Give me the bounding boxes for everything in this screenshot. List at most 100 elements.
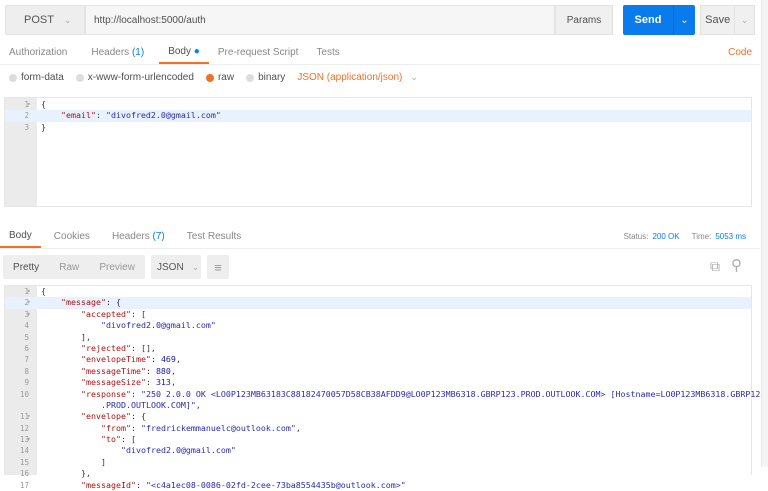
code-line: 3 ▾ "accepted": [ (5, 309, 751, 320)
tab-response-body[interactable]: Body (0, 224, 41, 248)
code-token: : { (130, 411, 146, 422)
raw-button[interactable]: Raw (59, 262, 79, 273)
format-label: JSON (157, 261, 184, 273)
code-link[interactable]: Code (719, 40, 760, 64)
code-token: 880 (155, 365, 171, 376)
radio-icon (205, 73, 214, 82)
code-text: "envelope": { (37, 411, 146, 422)
tab-authorization[interactable]: Authorization (0, 40, 76, 64)
method-select[interactable]: POST ⌄ (5, 5, 85, 35)
code-token: "message" (61, 297, 106, 308)
radio-label: binary (258, 72, 286, 83)
code-token: "envelopeTime" (81, 354, 151, 365)
code-token: { (41, 99, 46, 109)
code-token: "250 2.0.0 OK <LO0P123MB63183C8818247005… (140, 388, 766, 399)
search-icon[interactable]: ⚲ (731, 256, 742, 274)
scrollbar[interactable] (761, 0, 768, 467)
line-number: 7 (24, 355, 29, 365)
method-label: POST (24, 14, 54, 26)
request-body-editor[interactable]: 1 ▾{2 "email": "divofred2.0@gmail.com" 3} (4, 97, 752, 207)
params-button[interactable]: Params (555, 5, 613, 35)
tab-cookies[interactable]: Cookies (45, 224, 99, 248)
fold-arrow-icon[interactable]: ▾ (27, 411, 31, 422)
code-line: 12 "from": "fredrickemmanuelc@outlook.com… (5, 423, 751, 434)
tab-test-results[interactable]: Test Results (178, 224, 250, 248)
code-text: "message": { (37, 297, 121, 308)
code-token: 469 (160, 354, 176, 365)
response-body-viewer: 1 ▾{2 ▾ "message": {3 ▾ "accepted": [4 "divofr… (4, 285, 765, 490)
code-token: "<c4a1ec08-0086-02fd-2cee-73ba8554435b@o… (145, 479, 406, 490)
radio-icon (9, 73, 17, 82)
content-type-label: JSON (application/json) (297, 72, 403, 83)
body-type-options: form-data x-www-form-urlencoded raw binary J… (9, 72, 418, 83)
code-line: 1 ▾ { (5, 286, 751, 297)
code-text: "divofred2.0@gmail.com" (37, 445, 236, 456)
body-type-form-data[interactable]: form-data (9, 72, 64, 83)
code-token: : (150, 354, 161, 365)
tab-pre-request-script[interactable]: Pre-request Script (209, 40, 308, 64)
content-type-select[interactable]: JSON (application/json) ⌄ (297, 72, 418, 83)
fold-arrow-icon[interactable]: ▾ (27, 99, 31, 110)
chevron-down-icon: ⌄ (63, 14, 72, 25)
pretty-button[interactable]: Pretty (13, 262, 39, 273)
code-token: "email" (61, 110, 96, 121)
code-line: 9 "messageSize": 313, (5, 377, 751, 388)
tab-tests[interactable]: Tests (307, 40, 348, 64)
save-label: Save (705, 14, 731, 26)
code-line: 4 "divofred2.0@gmail.com" (5, 320, 751, 331)
send-button[interactable]: Send ⌄ (623, 5, 695, 35)
code-line: 10 "response": "250 2.0.0 OK <LO0P123MB63… (5, 389, 765, 400)
save-options-chevron-icon[interactable]: ⌄ (734, 6, 754, 34)
format-select[interactable]: JSON ⌄ (151, 255, 201, 279)
line-number: 14 (19, 446, 29, 456)
code-text: ], (37, 332, 91, 343)
code-token: "messageSize" (81, 377, 146, 388)
code-token: , (295, 422, 301, 433)
body-type-x-www-form-urlencoded[interactable]: x-www-form-urlencoded (75, 72, 194, 83)
body-type-raw[interactable]: raw (205, 72, 234, 83)
url-input[interactable]: http://localhost:5000/auth (85, 5, 555, 35)
code-line: 8 "messageTime": 880, (5, 366, 751, 377)
code-text: "response": "250 2.0.0 OK <LO0P123MB6318… (37, 389, 765, 400)
save-button[interactable]: Save ⌄ (700, 5, 755, 35)
wrap-lines-icon[interactable]: ≡ (207, 255, 229, 279)
code-token: }, (81, 468, 91, 479)
code-token: : [], (130, 342, 156, 353)
code-token: : [ (130, 308, 146, 319)
code-text: "from": "fredrickemmanuelc@outlook.com", (37, 423, 301, 434)
code-text: }, (37, 468, 91, 479)
code-token: "fredrickemmanuelc@outlook.com" (140, 422, 296, 433)
radio-label: form-data (21, 72, 64, 83)
code-token: : (130, 388, 141, 399)
fold-arrow-icon[interactable]: ▾ (27, 434, 31, 445)
tab-body[interactable]: Body ● (159, 40, 209, 64)
chevron-down-icon: ⌄ (191, 261, 200, 272)
tab-headers[interactable]: Headers (1) (82, 40, 153, 64)
code-text: { (37, 99, 46, 110)
code-text: "envelopeTime": 469, (37, 354, 181, 365)
code-token: 313 (155, 377, 171, 388)
line-number: 11 (19, 412, 29, 422)
code-text: "accepted": [ (37, 309, 146, 320)
code-text: "rejected": [], (37, 343, 156, 354)
code-token: "to" (101, 434, 121, 445)
status-value: 200 OK (652, 231, 680, 241)
code-line: 17 "messageId": "<c4a1ec08-0086-02fd-2cee… (5, 480, 751, 491)
tab-response-headers[interactable]: Headers (7) (103, 224, 174, 248)
copy-icon[interactable]: ⧉ (710, 258, 720, 275)
code-line: 2 ▾ "message": { (5, 297, 751, 309)
fold-arrow-icon[interactable]: ▾ (27, 309, 31, 320)
line-number: 17 (19, 480, 29, 490)
preview-button[interactable]: Preview (99, 262, 135, 273)
code-token: "messageTime" (81, 365, 146, 376)
code-token: : (130, 422, 141, 433)
code-line: 5], (5, 332, 751, 343)
code-text: "divofred2.0@gmail.com" (37, 320, 216, 331)
fold-arrow-icon[interactable]: ▾ (27, 286, 31, 297)
code-token: : { (105, 297, 121, 308)
code-text: "messageTime": 880, (37, 366, 176, 377)
fold-arrow-icon[interactable]: ▾ (27, 297, 31, 308)
send-options-chevron-icon[interactable]: ⌄ (673, 5, 695, 35)
tab-label: Headers (91, 46, 130, 58)
body-type-binary[interactable]: binary (246, 72, 285, 83)
